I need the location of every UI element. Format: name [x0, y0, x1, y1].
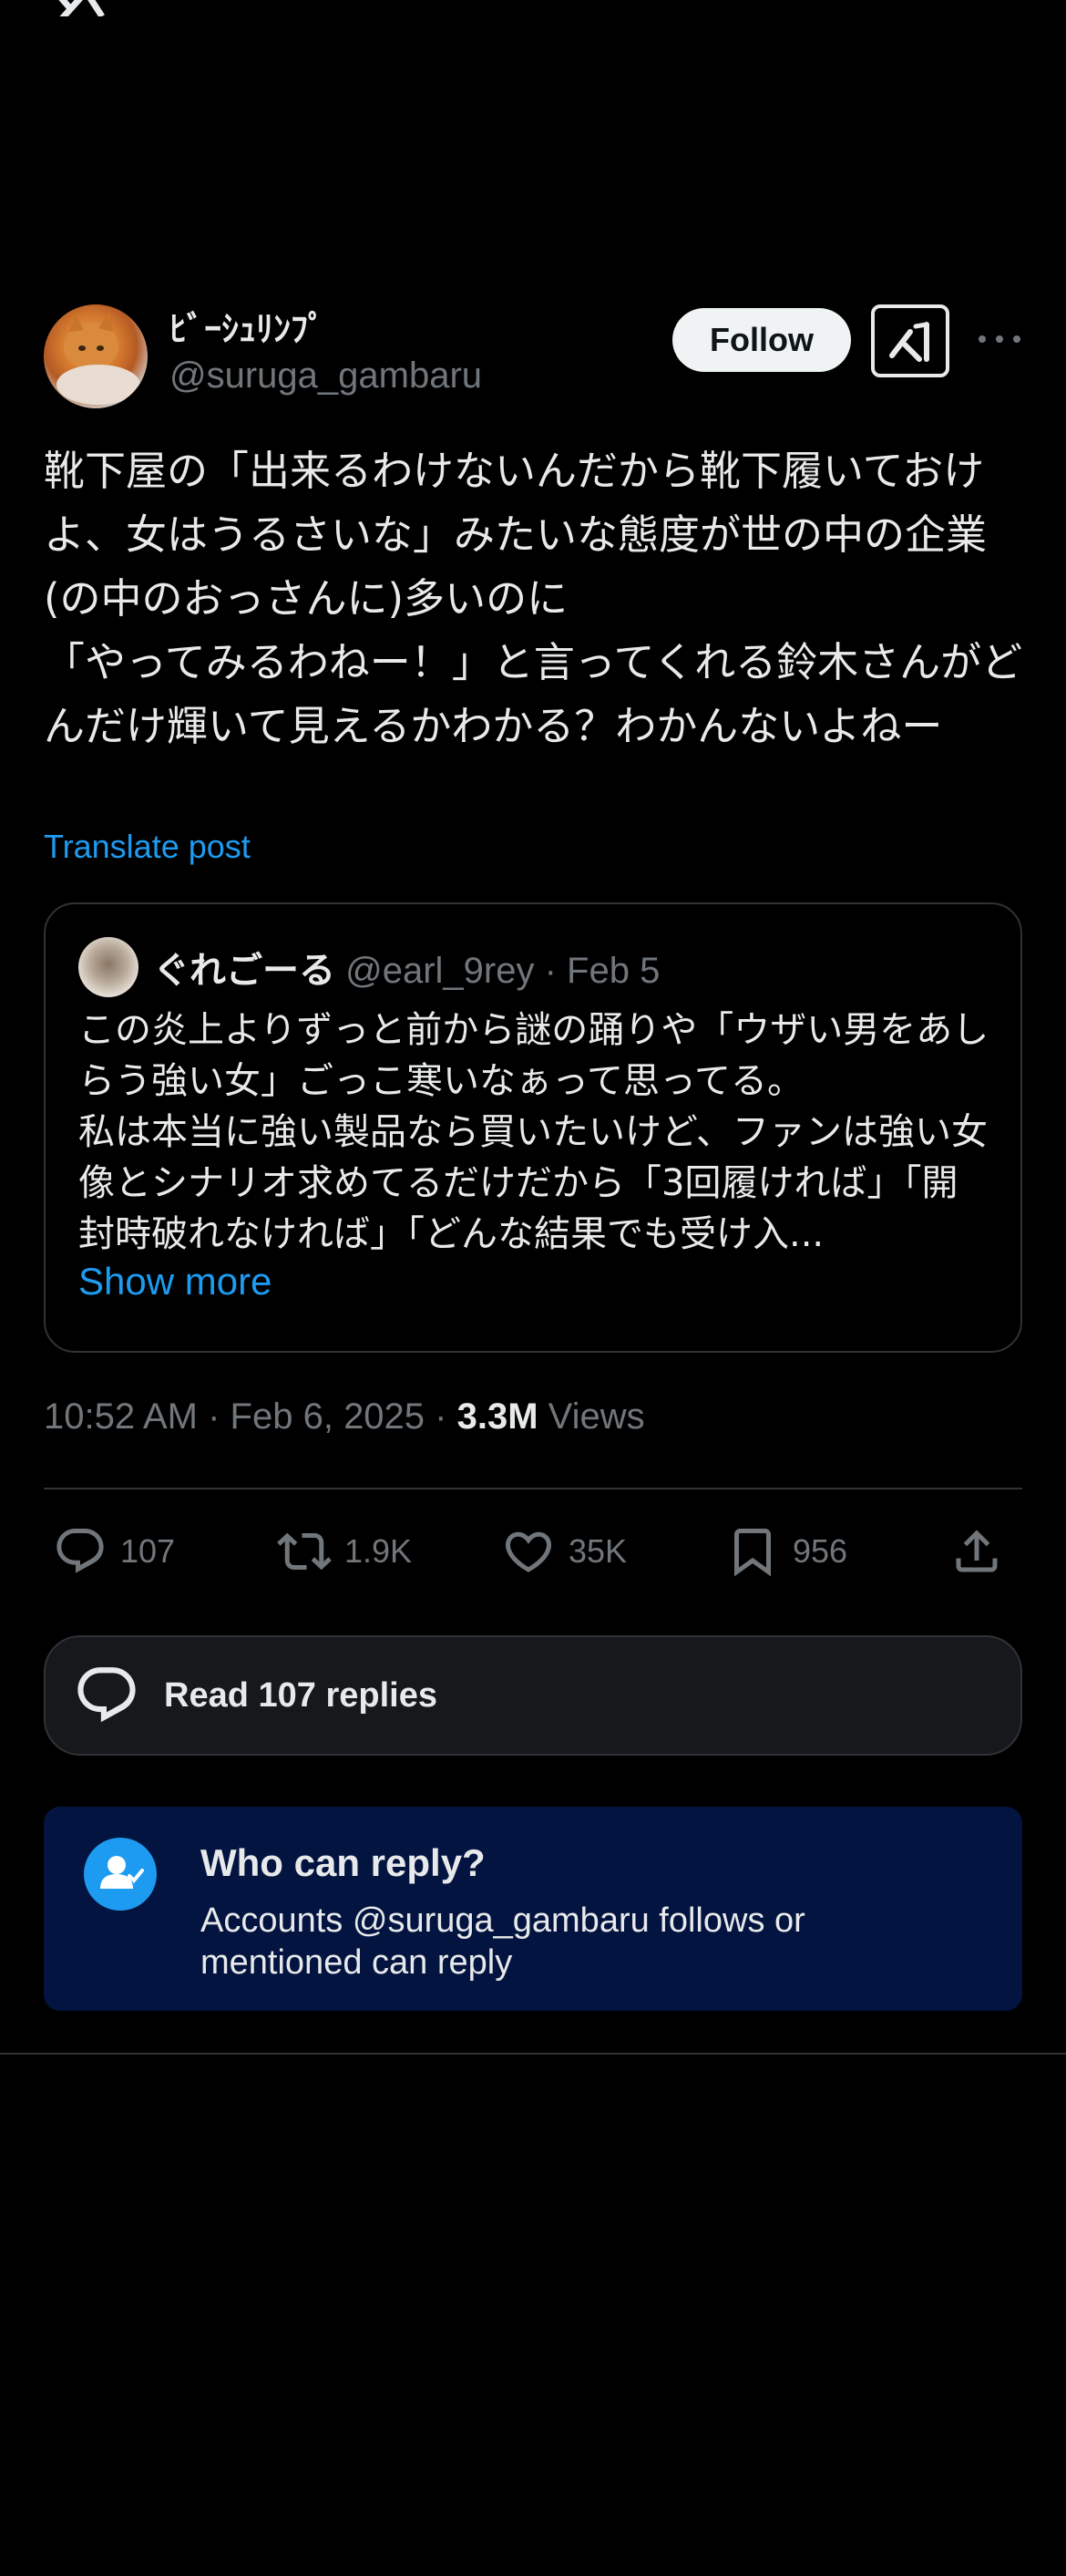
read-replies-label: Read 107 replies: [164, 1675, 437, 1715]
grok-icon[interactable]: [871, 304, 949, 377]
quote-date: · Feb 5: [544, 951, 661, 991]
author-avatar[interactable]: [44, 304, 148, 408]
more-options-icon[interactable]: [979, 321, 1020, 357]
x-logo-icon[interactable]: [42, 0, 106, 16]
share-icon: [956, 1530, 998, 1572]
reply-button[interactable]: 107: [53, 1513, 175, 1590]
post-time: 10:52 AM · Feb 6, 2025 ·: [44, 1396, 457, 1437]
views-count: 3.3M: [456, 1396, 538, 1437]
reply-count: 107: [120, 1532, 176, 1570]
who-can-reply-card: Who can reply? Accounts @suruga_gambaru …: [44, 1807, 1022, 2011]
post-text: 靴下屋の「出来るわけないんだから靴下履いておけよ、女はうるさいな」みたいな態度が…: [44, 447, 1023, 750]
who-can-reply-description: Accounts @suruga_gambaru follows or ment…: [200, 1901, 805, 1982]
reply-icon: [56, 1529, 104, 1573]
like-button[interactable]: 35K: [501, 1513, 627, 1590]
quoted-post[interactable]: ぐれごーる @earl_9rey · Feb 5 この炎上よりずっと前から謎の踊…: [44, 902, 1022, 1353]
show-more-link[interactable]: Show more: [78, 1260, 272, 1303]
follow-button[interactable]: Follow: [672, 308, 851, 372]
translate-post-link[interactable]: Translate post: [44, 828, 251, 866]
bookmark-icon: [734, 1529, 771, 1577]
action-bar: 107 1.9K 35K 956: [44, 1513, 1022, 1590]
divider: [44, 1488, 1022, 1489]
quote-author-avatar: [78, 937, 138, 997]
divider: [0, 2053, 1066, 2055]
post-timestamp: 10:52 AM · Feb 6, 2025 · 3.3M Views: [44, 1396, 645, 1437]
quote-text: この炎上よりずっと前から謎の踊りや「ウザい男をあしらう強い女」ごっこ寒いなぁって…: [78, 1009, 989, 1255]
repost-button[interactable]: 1.9K: [277, 1513, 412, 1590]
repost-count: 1.9K: [344, 1532, 413, 1570]
user-check-icon: [84, 1838, 157, 1911]
quote-author-handle: @earl_9rey: [345, 951, 535, 991]
views-label: Views: [538, 1396, 645, 1437]
quote-author-name: ぐれごーる: [153, 950, 335, 992]
author-display-name[interactable]: ﾋﾞｰｼｭﾘﾝﾌﾟ: [169, 301, 325, 351]
page: ﾋﾞｰｼｭﾘﾝﾌﾟ @suruga_gambaru Follow 靴下屋の「出来…: [0, 0, 1066, 2576]
who-can-reply-title: Who can reply?: [200, 1841, 486, 1884]
heart-icon: [505, 1531, 552, 1572]
reply-bubble-icon: [77, 1667, 136, 1723]
read-replies-button[interactable]: Read 107 replies: [44, 1635, 1022, 1756]
quote-header: ぐれごーる @earl_9rey · Feb 5: [153, 941, 660, 994]
repost-icon: [277, 1532, 332, 1571]
bookmark-button[interactable]: 956: [725, 1513, 847, 1590]
share-button[interactable]: [949, 1513, 1017, 1590]
bookmark-count: 956: [793, 1532, 848, 1570]
author-handle[interactable]: @suruga_gambaru: [169, 355, 482, 397]
like-count: 35K: [569, 1532, 628, 1570]
